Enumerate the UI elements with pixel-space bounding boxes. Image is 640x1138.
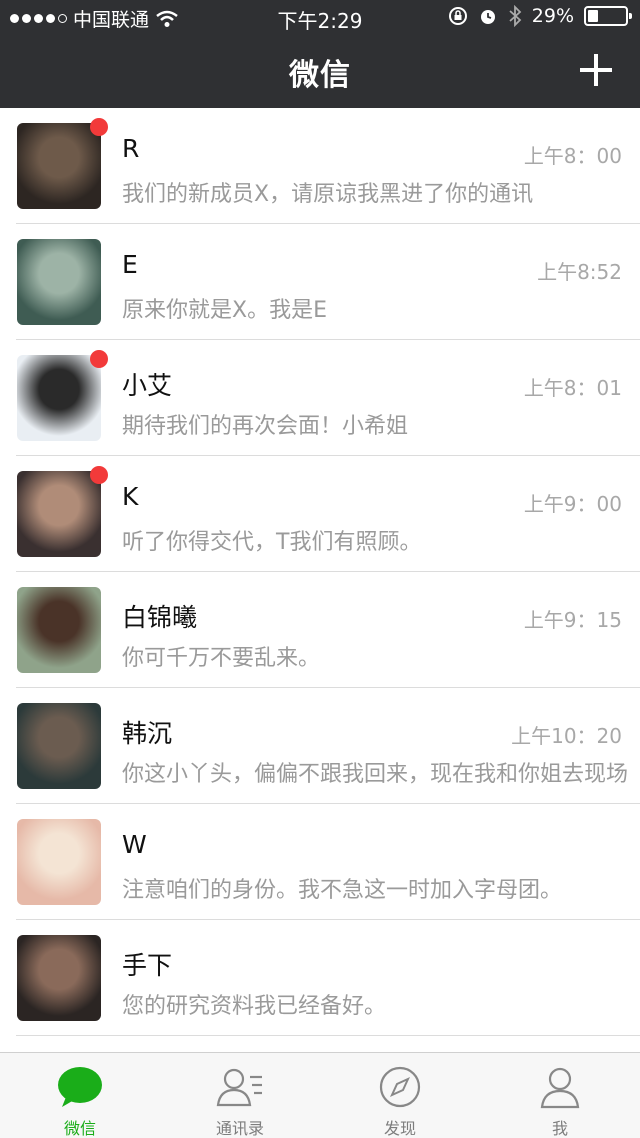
unread-dot: [90, 350, 108, 368]
chat-list: R 上午8：00 我们的新成员X，请原谅我黑进了你的通讯 E 上午8:52 原来…: [0, 108, 640, 1036]
chat-time: 上午9：15: [523, 608, 622, 632]
bluetooth-icon: [509, 5, 522, 27]
avatar: [17, 471, 101, 557]
chat-time: 上午9：00: [523, 492, 622, 516]
tab-me[interactable]: 我: [480, 1053, 640, 1138]
chat-preview: 注意咱们的身份。我不急这一时加入字母团。: [122, 878, 563, 903]
person-icon: [540, 1067, 580, 1109]
battery-percent: 29%: [531, 5, 574, 27]
chat-name: 白锦曦: [122, 603, 198, 632]
tab-label: 微信: [63, 1119, 96, 1138]
chat-row[interactable]: E 上午8:52 原来你就是X。我是E: [0, 224, 640, 340]
tab-contacts[interactable]: 通讯录: [160, 1053, 320, 1138]
chat-bubble-icon: [58, 1067, 102, 1107]
top-bar: 中国联通 下午2:29 29% 微信: [0, 0, 640, 108]
chat-preview: 听了你得交代，T我们有照顾。: [122, 530, 422, 555]
avatar: [17, 703, 101, 789]
avatar: [17, 355, 101, 441]
chat-name: 手下: [122, 951, 173, 980]
chat-time: 上午8：01: [523, 376, 622, 400]
avatar: [17, 239, 101, 325]
chat-preview: 期待我们的再次会面！小希姐: [122, 414, 409, 439]
chat-name: 小艾: [122, 371, 173, 400]
tab-label: 通讯录: [215, 1119, 264, 1138]
avatar: [17, 935, 101, 1021]
tab-discover[interactable]: 发现: [320, 1053, 480, 1138]
chat-row[interactable]: 小艾 上午8：01 期待我们的再次会面！小希姐: [0, 340, 640, 456]
unread-dot: [90, 118, 108, 136]
avatar: [17, 587, 101, 673]
chat-time: 上午8:52: [537, 260, 622, 284]
chat-row[interactable]: 韩沉 上午10：20 你这小丫头，偏偏不跟我回来，现在我和你姐去现场: [0, 688, 640, 804]
chat-row[interactable]: 白锦曦 上午9：15 你可千万不要乱来。: [0, 572, 640, 688]
status-bar: 中国联通 下午2:29 29%: [0, 0, 640, 34]
chat-row[interactable]: 手下 您的研究资料我已经备好。: [0, 920, 640, 1036]
chat-preview: 你这小丫头，偏偏不跟我回来，现在我和你姐去现场: [122, 762, 629, 787]
unread-dot: [90, 466, 108, 484]
chat-time: 上午10：20: [511, 724, 622, 748]
tab-chats[interactable]: 微信: [0, 1053, 160, 1138]
battery-fill: [588, 10, 598, 22]
avatar: [17, 819, 101, 905]
page-title: 微信: [289, 58, 351, 93]
battery-icon: [584, 6, 632, 26]
chat-preview: 原来你就是X。我是E: [122, 298, 327, 323]
chat-name: R: [122, 134, 140, 163]
chat-row[interactable]: W 注意咱们的身份。我不急这一时加入字母团。: [0, 804, 640, 920]
compass-icon: [379, 1066, 421, 1108]
chat-preview: 您的研究资料我已经备好。: [122, 994, 387, 1019]
tab-bar: 微信 通讯录 发现 我: [0, 1052, 640, 1138]
chat-name: W: [122, 830, 147, 859]
chat-preview: 你可千万不要乱来。: [122, 646, 321, 671]
plus-icon[interactable]: [580, 54, 612, 86]
orientation-lock-icon: [448, 7, 467, 25]
tab-label: 我: [551, 1119, 568, 1138]
chat-time: 上午8：00: [523, 144, 622, 168]
chat-row[interactable]: R 上午8：00 我们的新成员X，请原谅我黑进了你的通讯: [0, 108, 640, 224]
chat-preview: 我们的新成员X，请原谅我黑进了你的通讯: [122, 182, 534, 207]
chat-name: 韩沉: [122, 719, 173, 748]
tab-label: 发现: [383, 1119, 416, 1138]
contacts-icon: [216, 1068, 262, 1107]
chat-name: E: [122, 250, 138, 279]
avatar: [17, 123, 101, 209]
chat-name: K: [122, 482, 139, 511]
chat-row[interactable]: K 上午9：00 听了你得交代，T我们有照顾。: [0, 456, 640, 572]
alarm-icon: [480, 10, 495, 24]
